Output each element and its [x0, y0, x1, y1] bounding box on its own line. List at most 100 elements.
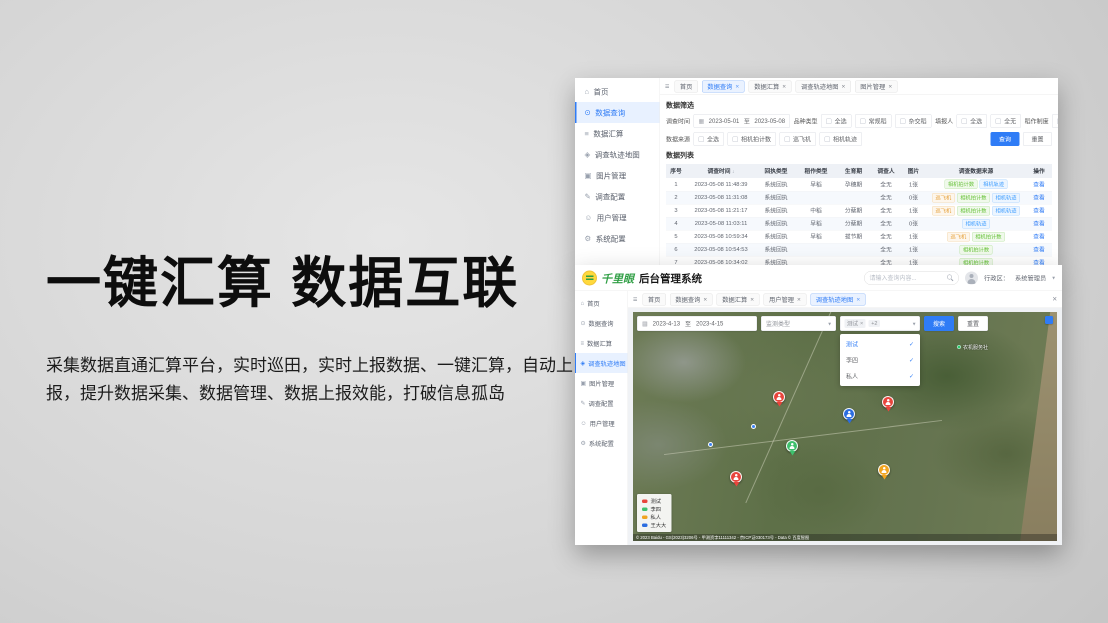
sidebar-item-data-calc[interactable]: ≡数据汇算 — [575, 123, 660, 144]
sidebar-item-survey-config[interactable]: ✎调查配置 — [575, 186, 660, 207]
data-table: 序号 调查时间↓ 回执类型 稻作类型 生育期 调查人 图片 调查数据来源 操作 — [666, 164, 1052, 268]
filter-option[interactable]: 全选 — [1052, 114, 1058, 128]
view-link[interactable]: 查看 — [1033, 208, 1045, 214]
tab-image-manage[interactable]: 图片管理× — [855, 80, 898, 92]
satellite-map[interactable]: ▦ 2023-4-13 至 2023-4-15 监测类型 ▾ 测试× — [633, 312, 1057, 541]
sidebar-item-system-config[interactable]: ⚙系统配置 — [575, 433, 628, 453]
view-link[interactable]: 查看 — [1033, 247, 1045, 253]
sidebar-item-home[interactable]: ⌂首页 — [575, 293, 628, 313]
close-icon[interactable]: × — [750, 296, 754, 303]
filter-option[interactable]: 常规稻 — [855, 114, 892, 128]
map-tool-icon[interactable] — [1045, 316, 1053, 324]
person-icon — [885, 399, 891, 405]
close-icon[interactable]: × — [797, 296, 801, 303]
chevron-down-icon[interactable]: ▾ — [1052, 275, 1055, 282]
search-input[interactable] — [869, 274, 947, 281]
map-poi-icon[interactable] — [751, 424, 756, 429]
pilot-multiselect[interactable]: 测试× +2 ▾ — [840, 316, 920, 331]
map-filter-bar: ▦ 2023-4-13 至 2023-4-15 监测类型 ▾ 测试× — [637, 316, 988, 331]
map-marker-green[interactable] — [786, 440, 799, 458]
user-region-label: 行政区： — [984, 273, 1009, 283]
search-icon: ⊙ — [585, 108, 591, 117]
sidebar-item-image-manage[interactable]: ▣图片管理 — [575, 165, 660, 186]
tab-data-calc[interactable]: 数据汇算× — [717, 293, 760, 305]
search-icon[interactable] — [947, 275, 954, 282]
dropdown-option[interactable]: 李四✓ — [840, 352, 920, 368]
sidebar-item-track-map[interactable]: ◈调查轨迹地图 — [575, 353, 628, 373]
filter-option[interactable]: 全选 — [957, 114, 988, 128]
legend-dot-icon — [642, 499, 648, 503]
date-range-input[interactable]: ▦ 2023-4-13 至 2023-4-15 — [637, 316, 757, 331]
view-link[interactable]: 查看 — [1033, 221, 1045, 227]
table-row: 12023-05-08 11:48:39系统回执早稻孕穗期全无1张 相机拍计数相… — [666, 178, 1052, 191]
sidebar-item-survey-config[interactable]: ✎调查配置 — [575, 393, 628, 413]
tab-home[interactable]: 首页 — [674, 80, 698, 92]
map-reset-button[interactable]: 重置 — [958, 316, 988, 331]
map-marker-red[interactable] — [773, 391, 786, 409]
calendar-icon: ▦ — [642, 320, 648, 327]
tab-bar: ≡ 首页 数据查询× 数据汇算× 用户管理× 调查轨迹地图× × — [628, 291, 1062, 308]
sidebar-item-data-query[interactable]: ⊙数据查询 — [575, 313, 628, 333]
map-poi-icon[interactable] — [708, 442, 713, 447]
close-icon[interactable]: × — [860, 321, 863, 327]
date-start: 2023-05-01 — [709, 118, 740, 125]
close-icon[interactable]: × — [888, 83, 892, 90]
sidebar-item-data-query[interactable]: ⊙数据查询 — [575, 102, 660, 123]
sidebar-item-user-manage[interactable]: ☺用户管理 — [575, 207, 660, 228]
collapse-sidebar-icon[interactable]: ≡ — [633, 295, 637, 304]
table-header-row: 序号 调查时间↓ 回执类型 稻作类型 生育期 调查人 图片 调查数据来源 操作 — [666, 164, 1052, 178]
type-select[interactable]: 监测类型 ▾ — [761, 316, 836, 331]
date-range-input[interactable]: ▦ 2023-05-01 至 2023-05-08 — [694, 114, 791, 128]
user-name[interactable]: 系统管理员 — [1015, 273, 1046, 283]
filter-option[interactable]: 全无 — [991, 114, 1022, 128]
map-search-button[interactable]: 搜索 — [924, 316, 954, 331]
filter-option[interactable]: 全选 — [694, 132, 725, 146]
sidebar-item-data-calc[interactable]: ≡数据汇算 — [575, 333, 628, 353]
filter-option[interactable]: 相机拍计数 — [728, 132, 777, 146]
query-button[interactable]: 查询 — [990, 132, 1019, 146]
legend-dot-icon — [642, 507, 648, 511]
tab-data-query[interactable]: 数据查询× — [702, 80, 745, 92]
sidebar-item-track-map[interactable]: ◈调查轨迹地图 — [575, 144, 660, 165]
view-link[interactable]: 查看 — [1033, 182, 1045, 188]
reset-button[interactable]: 重置 — [1023, 132, 1052, 146]
gear-icon: ⚙ — [585, 234, 592, 243]
global-search[interactable] — [864, 271, 959, 285]
checkbox-icon — [699, 136, 705, 142]
map-marker-red[interactable] — [730, 471, 743, 489]
view-link[interactable]: 查看 — [1033, 234, 1045, 240]
filter-option[interactable]: 全选 — [821, 114, 852, 128]
map-marker-red[interactable] — [882, 396, 895, 414]
close-icon[interactable]: × — [735, 83, 739, 90]
close-icon[interactable]: × — [856, 296, 860, 303]
tab-home[interactable]: 首页 — [642, 293, 666, 305]
tab-data-query[interactable]: 数据查询× — [670, 293, 713, 305]
tab-data-calc[interactable]: 数据汇算× — [749, 80, 792, 92]
tab-user-manage[interactable]: 用户管理× — [764, 293, 807, 305]
sidebar-item-image-manage[interactable]: ▣图片管理 — [575, 373, 628, 393]
close-icon[interactable]: × — [842, 83, 846, 90]
tab-track-map[interactable]: 调查轨迹地图× — [796, 80, 851, 92]
close-icon[interactable]: × — [1052, 295, 1057, 304]
filter-option[interactable]: 杂交稻 — [895, 114, 932, 128]
date-end: 2023-4-15 — [696, 320, 723, 327]
sidebar-item-user-manage[interactable]: ☺用户管理 — [575, 413, 628, 433]
filter-option[interactable]: 巡飞机 — [780, 132, 817, 146]
sidebar-item-system-config[interactable]: ⚙系统配置 — [575, 228, 660, 249]
map-marker-blue[interactable] — [843, 408, 856, 426]
filter-option[interactable]: 相机轨迹 — [820, 132, 863, 146]
app-header: 千里眼 后台管理系统 行政区： 系统管理员 ▾ — [575, 265, 1062, 291]
avatar[interactable] — [965, 271, 978, 284]
close-icon[interactable]: × — [782, 83, 786, 90]
map-marker-yellow[interactable] — [878, 464, 891, 482]
sidebar-item-home[interactable]: ⌂首页 — [575, 81, 660, 102]
tab-track-map[interactable]: 调查轨迹地图× — [810, 293, 865, 305]
collapse-sidebar-icon[interactable]: ≡ — [665, 82, 669, 91]
dropdown-option[interactable]: 测试✓ — [840, 336, 920, 352]
sort-icon[interactable]: ↓ — [732, 169, 735, 175]
view-link[interactable]: 查看 — [1033, 195, 1045, 201]
close-icon[interactable]: × — [703, 296, 707, 303]
dropdown-option[interactable]: 私人✓ — [840, 368, 920, 384]
map-legend: 测试 李四 私人 王大大 — [637, 494, 671, 532]
check-icon: ✓ — [909, 341, 914, 348]
